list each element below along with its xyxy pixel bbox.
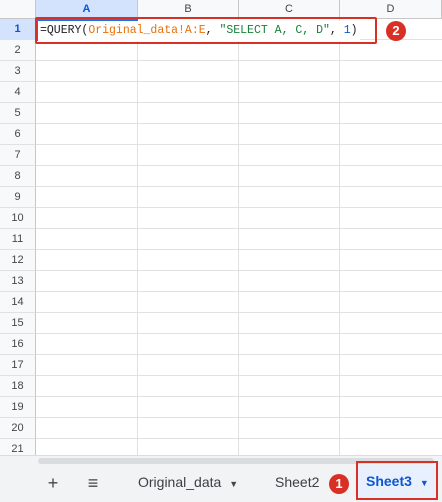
gridline [339,19,340,455]
row-header[interactable]: 14 [0,292,36,313]
row-header[interactable]: 19 [0,397,36,418]
row-header[interactable]: 7 [0,145,36,166]
sheet-tab-original-data[interactable]: Original_data ▼ [138,468,238,496]
gridline [36,438,442,439]
gridline [36,354,442,355]
row-header[interactable]: 21 [0,439,36,455]
gridline [36,186,442,187]
row-header[interactable]: 15 [0,313,36,334]
row-header[interactable]: 2 [0,40,36,61]
row-header[interactable]: 1 [0,19,36,40]
gridline [36,165,442,166]
row-header[interactable]: 11 [0,229,36,250]
row-header[interactable]: 6 [0,124,36,145]
formula-highlight-box [35,17,377,44]
spreadsheet-grid[interactable]: A B C D 1 2 3 4 5 6 7 8 9 10 11 12 13 14 15 16 17 18 19 20 2… [0,0,442,455]
row-header[interactable]: 9 [0,187,36,208]
sheet-tab-label: Sheet2 [275,474,320,490]
gridline [36,249,442,250]
row-header[interactable]: 4 [0,82,36,103]
row-header[interactable]: 12 [0,250,36,271]
row-header[interactable]: 3 [0,61,36,82]
gridline [36,396,442,397]
sheet-tab-sheet2[interactable]: Sheet2 [275,468,319,496]
row-header[interactable]: 8 [0,166,36,187]
row-header[interactable]: 20 [0,418,36,439]
row-header[interactable]: 17 [0,355,36,376]
gridline [36,102,442,103]
row-header[interactable]: 16 [0,334,36,355]
gridline [36,417,442,418]
gridline [36,228,442,229]
gridline [36,60,442,61]
gridline [137,19,138,455]
tab-highlight-box [356,461,438,500]
gridline [36,375,442,376]
add-sheet-button[interactable]: + [44,472,62,494]
row-header[interactable]: 18 [0,376,36,397]
row-header[interactable]: 10 [0,208,36,229]
gridline [238,19,239,455]
select-all-corner[interactable] [0,0,36,19]
chevron-down-icon[interactable]: ▼ [229,479,238,489]
gridline [36,291,442,292]
row-header[interactable]: 5 [0,103,36,124]
row-header[interactable]: 13 [0,271,36,292]
gridline [36,123,442,124]
gridline [36,81,442,82]
step-badge-2: 2 [386,21,406,41]
gridline [36,270,442,271]
all-sheets-menu-icon[interactable]: ≡ [82,472,104,494]
gridline [36,207,442,208]
gridline [36,144,442,145]
gridline [36,333,442,334]
gridline [36,312,442,313]
step-badge-1: 1 [329,474,349,494]
sheet-tab-label: Original_data [138,474,222,490]
